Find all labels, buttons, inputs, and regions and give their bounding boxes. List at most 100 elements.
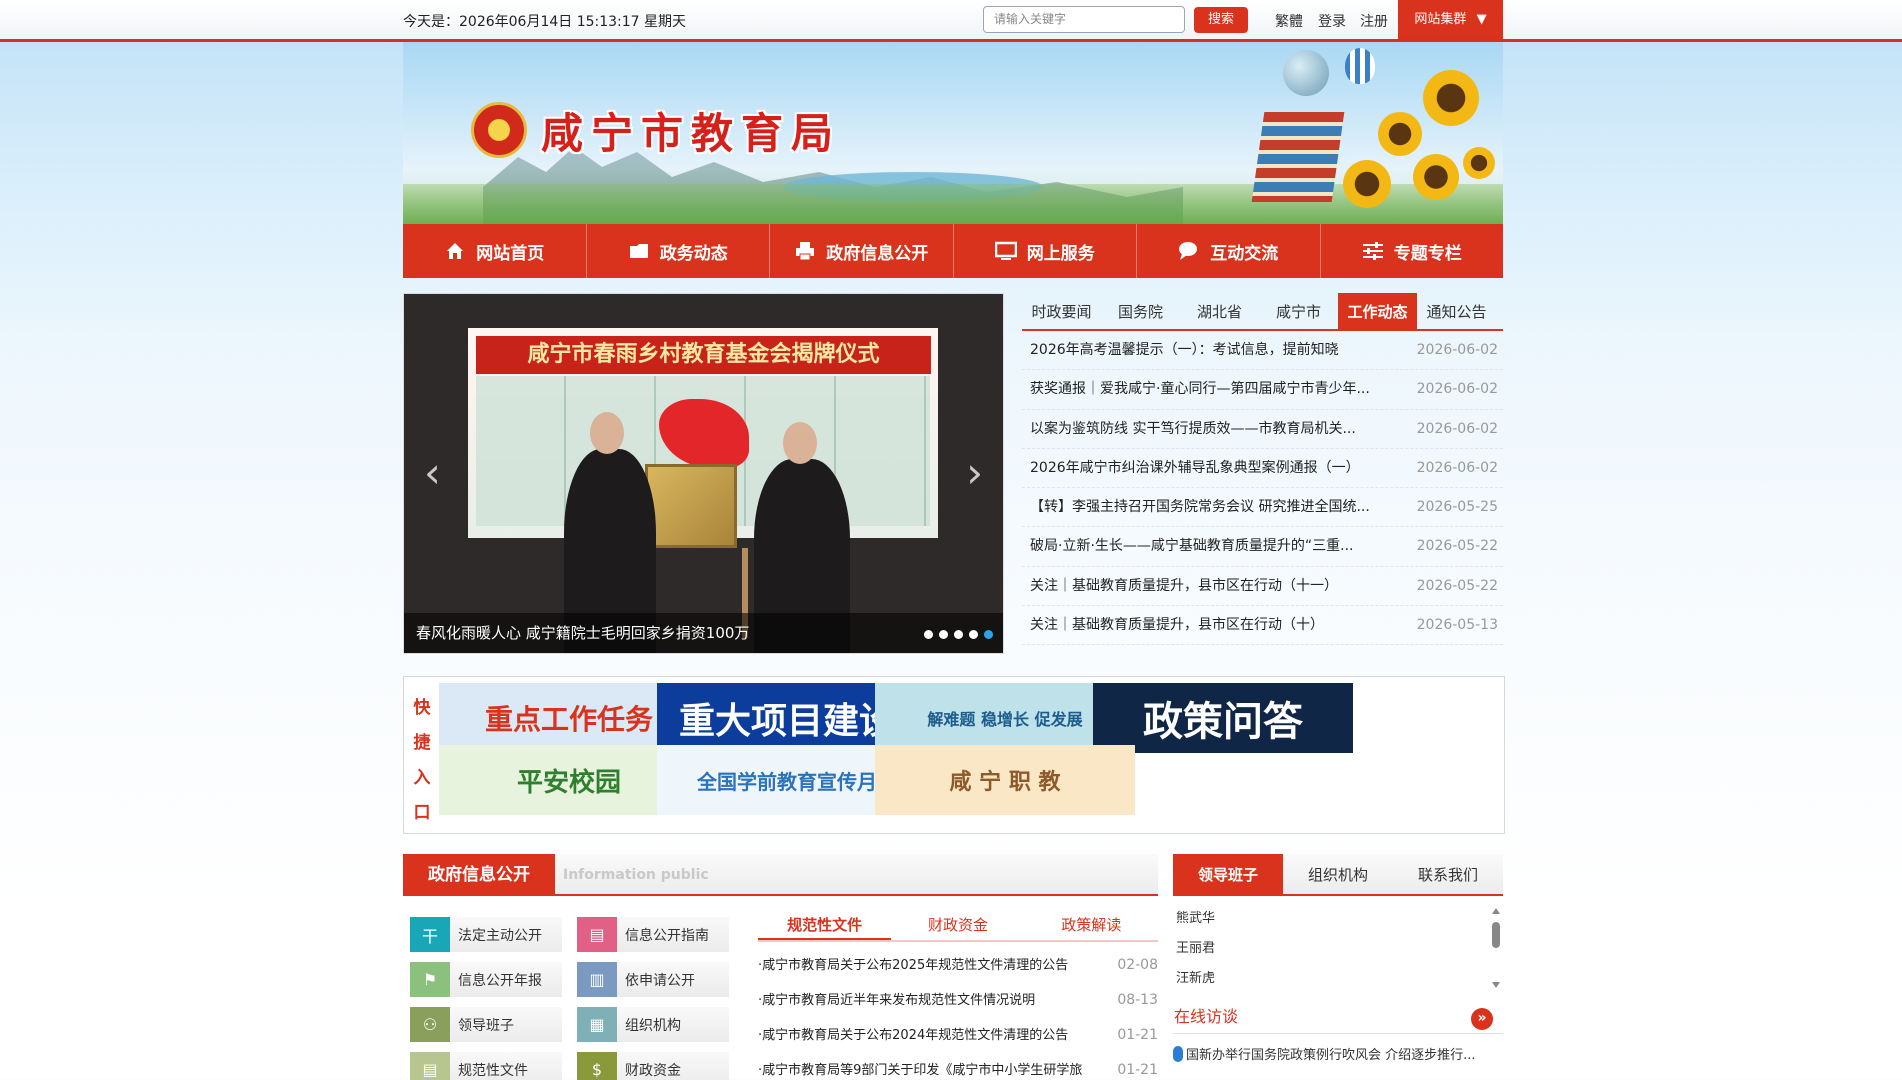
- gov-info-button[interactable]: 干法定主动公开: [410, 917, 562, 952]
- nav-gov-info-public[interactable]: 政府信息公开: [770, 224, 954, 278]
- site-title[interactable]: 咸宁市教育局: [541, 100, 841, 161]
- leader-name[interactable]: 汪新虎: [1173, 964, 1503, 994]
- quick-entry-tile[interactable]: 咸 宁 职 教: [875, 745, 1135, 815]
- news-tab[interactable]: 工作动态: [1338, 293, 1417, 329]
- gov-doc-date: 08-13: [1117, 992, 1158, 1008]
- gov-doc-item[interactable]: ·咸宁市教育局关于公布2024年规范性文件清理的公告 01-21: [758, 1018, 1158, 1053]
- slider-dot[interactable]: [939, 630, 948, 639]
- site-banner: 咸宁市教育局: [403, 42, 1503, 224]
- quick-label-char: 入: [413, 768, 431, 788]
- leaders-list: 熊武华 王丽君 汪新虎: [1173, 904, 1503, 994]
- news-item[interactable]: 破局·立新·生长——咸宁基础教育质量提升的“三重... 2026-05-22: [1022, 527, 1503, 567]
- quick-entry-tile-text: 政策问答: [1143, 699, 1303, 745]
- slider-dot[interactable]: [969, 630, 978, 639]
- register-link[interactable]: 注册: [1360, 11, 1388, 31]
- leaders-scrollbar[interactable]: [1492, 908, 1500, 988]
- slider-next-arrow-icon[interactable]: ›: [966, 452, 983, 494]
- news-item-title: 关注｜基础教育质量提升，县市区在行动（十）: [1030, 617, 1324, 634]
- nav-online-service[interactable]: 网上服务: [954, 224, 1137, 278]
- quick-entry-tile[interactable]: 政策问答: [1093, 683, 1353, 753]
- news-item[interactable]: 【转】李强主持召开国务院常务会议 研究推进全国统... 2026-05-25: [1022, 488, 1503, 528]
- scroll-down-arrow-icon[interactable]: [1492, 982, 1500, 988]
- news-item[interactable]: 2026年高考温馨提示（一）：考试信息，提前知晓 2026-06-02: [1022, 331, 1503, 371]
- nav-special-topics[interactable]: 专题专栏: [1321, 224, 1504, 278]
- news-tabs: 时政要闻 国务院 湖北省 咸宁市 工作动态 通知公告: [1022, 293, 1503, 331]
- leader-name[interactable]: 王丽君: [1173, 934, 1503, 964]
- money-icon: $: [577, 1052, 617, 1080]
- news-item-title: 以案为鉴筑防线 实干笃行提质效——市教育局机关...: [1030, 420, 1356, 437]
- news-item[interactable]: 获奖通报｜爱我咸宁·童心同行—第四届咸宁市青少年... 2026-06-02: [1022, 370, 1503, 410]
- news-item[interactable]: 关注｜基础教育质量提升，县市区在行动（十一） 2026-05-22: [1022, 567, 1503, 607]
- flag-icon: ⚑: [410, 962, 450, 997]
- quick-entry-tile-text: 全国学前教育宣传月: [697, 769, 877, 794]
- gov-info-button[interactable]: ⚑ 信息公开年报: [410, 962, 562, 997]
- news-item[interactable]: 以案为鉴筑防线 实干笃行提质效——市教育局机关... 2026-06-02: [1022, 410, 1503, 449]
- slider-dot[interactable]: [984, 630, 993, 639]
- gov-doc-title: ·咸宁市教育局关于公布2025年规范性文件清理的公告: [758, 958, 1069, 973]
- online-interview-title[interactable]: 在线访谈: [1173, 1007, 1238, 1026]
- leader-name[interactable]: 熊武华: [1173, 904, 1503, 934]
- slide-caption[interactable]: 春风化雨暖人心 咸宁籍院士毛明回家乡捐资100万: [404, 613, 1003, 653]
- gov-info-button[interactable]: ▥ 依申请公开: [577, 962, 729, 997]
- gov-info-button[interactable]: ▦ 组织机构: [577, 1007, 729, 1042]
- gov-doc-item[interactable]: ·咸宁市教育局关于公布2025年规范性文件清理的公告 02-08: [758, 948, 1158, 983]
- gov-info-button[interactable]: ▤ 信息公开指南: [577, 917, 729, 952]
- news-tab[interactable]: 时政要闻: [1022, 293, 1101, 329]
- nav-interaction[interactable]: 互动交流: [1137, 224, 1321, 278]
- online-interview-item[interactable]: 国新办举行国务院政策例行吹风会 介绍逐步推行...: [1173, 1044, 1503, 1063]
- search-input[interactable]: 请输入关键字: [983, 6, 1185, 33]
- scroll-thumb[interactable]: [1492, 922, 1500, 948]
- sunflower-icon: [1378, 112, 1422, 156]
- nav-label: 专题专栏: [1393, 243, 1462, 264]
- gov-subtab[interactable]: 政策解读: [1025, 910, 1158, 940]
- nav-home[interactable]: 网站首页: [403, 224, 587, 278]
- search-button[interactable]: 搜索: [1194, 7, 1248, 33]
- file-icon: ▤: [410, 1052, 450, 1080]
- slider-dot[interactable]: [924, 630, 933, 639]
- top-bar: 今天是：2026年06月14日 15:13:17 星期天 请输入关键字 搜索 繁…: [0, 0, 1902, 42]
- news-item-title: 破局·立新·生长——咸宁基础教育质量提升的“三重...: [1030, 538, 1354, 555]
- gov-info-button[interactable]: ▤ 规范性文件: [410, 1052, 562, 1080]
- main-nav: 网站首页 政务动态 政府信息公开 网上服务 互动交流 专题专栏: [403, 224, 1503, 278]
- news-tab[interactable]: 国务院: [1101, 293, 1180, 329]
- news-item-date: 2026-05-22: [1416, 577, 1498, 594]
- traditional-chinese-link[interactable]: 繁體: [1275, 11, 1303, 31]
- news-item[interactable]: 2026年咸宁市纠治课外辅导乱象典型案例通报（一） 2026-06-02: [1022, 449, 1503, 489]
- site-group-dropdown[interactable]: 网站集群 ▼: [1398, 0, 1503, 39]
- balloon-icon: [1345, 48, 1375, 84]
- slide-photo-banner: 咸宁市春雨乡村教育基金会揭牌仪式: [476, 336, 931, 374]
- leaders-tab[interactable]: 组织机构: [1283, 854, 1393, 894]
- nav-government-news[interactable]: 政务动态: [587, 224, 770, 278]
- news-item-date: 2026-06-02: [1416, 342, 1498, 358]
- gov-info-button[interactable]: ⚇ 领导班子: [410, 1007, 562, 1042]
- field-decoration: [403, 184, 1503, 224]
- monitor-icon: [994, 241, 1017, 261]
- nav-label: 政务动态: [659, 243, 728, 264]
- gov-subtab[interactable]: 财政资金: [891, 910, 1024, 940]
- quick-label-char: 口: [413, 803, 431, 823]
- gov-doc-item[interactable]: ·咸宁市教育局近半年来发布规范性文件情况说明 08-13: [758, 983, 1158, 1018]
- gov-info-title[interactable]: 政府信息公开: [403, 854, 555, 896]
- leaders-tab[interactable]: 领导班子: [1173, 854, 1283, 894]
- news-item-title: 关注｜基础教育质量提升，县市区在行动（十一）: [1030, 577, 1338, 594]
- news-slider[interactable]: 咸宁市春雨乡村教育基金会揭牌仪式 ‹ › 春风化雨暖人心 咸宁籍院士毛明回家乡捐…: [403, 293, 1004, 654]
- gov-info-button[interactable]: $ 财政资金: [577, 1052, 729, 1080]
- leaders-tab[interactable]: 联系我们: [1393, 854, 1503, 894]
- scroll-up-arrow-icon[interactable]: [1492, 908, 1500, 914]
- news-tab[interactable]: 通知公告: [1417, 293, 1496, 329]
- news-tab[interactable]: 湖北省: [1180, 293, 1259, 329]
- news-tab[interactable]: 咸宁市: [1259, 293, 1338, 329]
- login-link[interactable]: 登录: [1318, 11, 1346, 31]
- news-item[interactable]: 关注｜基础教育质量提升，县市区在行动（十） 2026-05-13: [1022, 606, 1503, 646]
- quick-entry-tile-text: 平安校园: [516, 767, 621, 798]
- double-chevron-right-icon[interactable]: »: [1471, 1008, 1493, 1030]
- slider-prev-arrow-icon[interactable]: ‹: [424, 452, 441, 494]
- news-item-title: 获奖通报｜爱我咸宁·童心同行—第四届咸宁市青少年...: [1030, 381, 1370, 398]
- slider-dot[interactable]: [954, 630, 963, 639]
- gov-info-button-label: 依申请公开: [625, 972, 695, 989]
- sunflower-icon: [1343, 160, 1391, 208]
- gov-subtab[interactable]: 规范性文件: [758, 910, 892, 940]
- gov-info-section: 政府信息公开 Information public 干法定主动公开 ▤ 信息公开指南…: [403, 854, 1158, 1080]
- gov-doc-item[interactable]: ·咸宁市教育局等9部门关于印发《咸宁市中小学生研学旅 01-21: [758, 1053, 1158, 1080]
- gov-info-button-label: 组织机构: [625, 1017, 681, 1034]
